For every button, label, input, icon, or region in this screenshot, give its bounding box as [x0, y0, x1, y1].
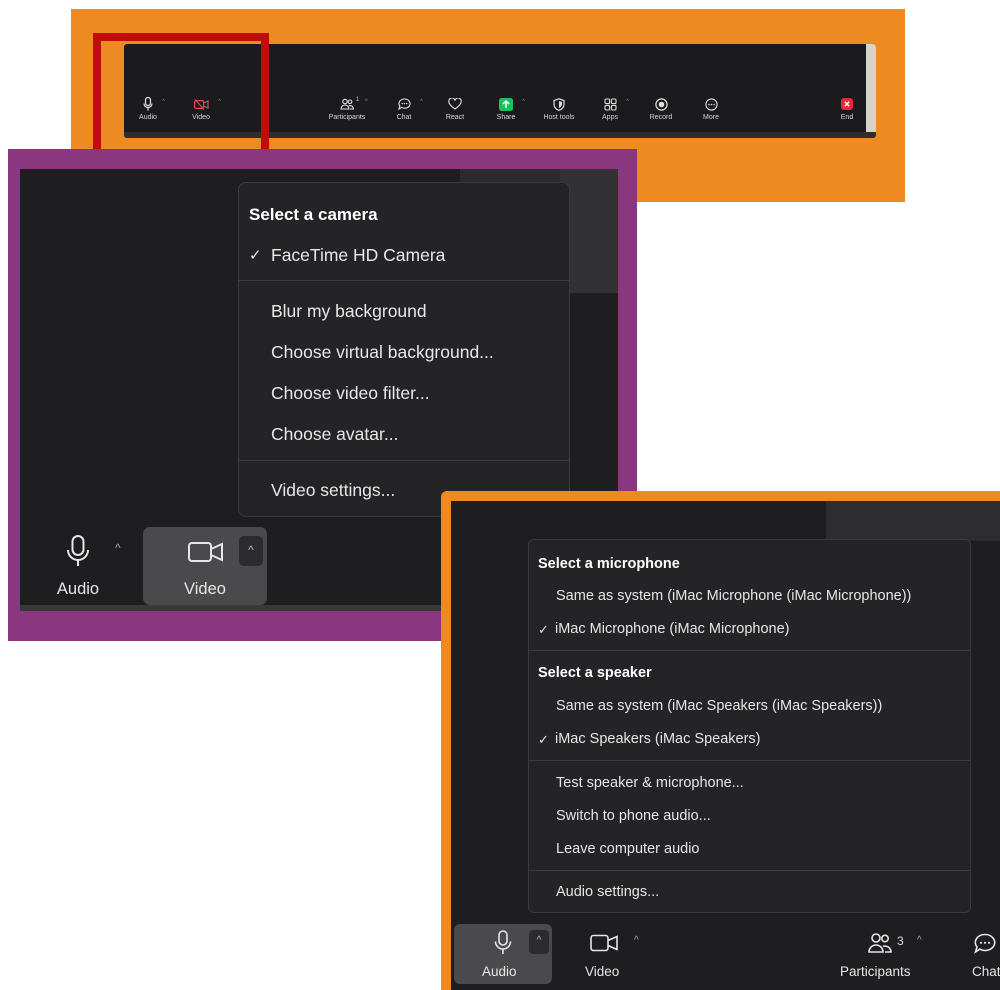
divider: [529, 760, 970, 761]
chat-bubble-icon: [974, 933, 996, 954]
people-icon: [868, 933, 892, 953]
audio-menu-screenshot-frame: Select a microphone Same as system (iMac…: [441, 491, 1000, 990]
menu-item-imac-speakers[interactable]: iMac Speakers (iMac Speakers): [555, 731, 761, 747]
window-edge: [866, 44, 876, 138]
video-camera-icon: [590, 934, 618, 952]
highlight-box: [93, 33, 269, 159]
people-icon: [340, 98, 354, 110]
menu-item-facetime-camera[interactable]: FaceTime HD Camera: [271, 245, 445, 266]
chevron-up-icon[interactable]: ^: [420, 99, 423, 105]
heart-icon: [448, 98, 462, 110]
audio-label: Audio: [482, 964, 517, 979]
host-tools-label: Host tools: [543, 114, 575, 121]
speaker-menu-header: Select a speaker: [538, 665, 652, 681]
end-x-icon: [841, 98, 853, 110]
menu-item-virtual-background[interactable]: Choose virtual background...: [271, 342, 494, 363]
share-arrow-icon: [499, 97, 513, 111]
menu-item-switch-phone-audio[interactable]: Switch to phone audio...: [556, 808, 711, 824]
apps-icon: [603, 97, 617, 111]
menu-item-video-settings[interactable]: Video settings...: [271, 480, 395, 501]
chevron-up-icon[interactable]: ^: [634, 935, 639, 946]
microphone-icon: [494, 930, 512, 954]
react-label: React: [445, 114, 465, 121]
chevron-up-icon[interactable]: ^: [626, 99, 629, 105]
video-tile: [826, 501, 1000, 541]
apps-label: Apps: [602, 114, 618, 121]
meeting-toolbar: ^ Audio Video ^ 3 Participants ^ Chat: [451, 924, 1000, 990]
chat-label: Chat: [396, 114, 412, 121]
chevron-up-icon[interactable]: ^: [529, 930, 549, 954]
participants-label: Participants: [328, 114, 366, 121]
video-label: Video: [184, 580, 226, 598]
audio-menu: Select a microphone Same as system (iMac…: [528, 539, 971, 913]
menu-item-test-speaker-mic[interactable]: Test speaker & microphone...: [556, 775, 744, 791]
record-icon: [654, 97, 668, 111]
divider: [239, 280, 569, 281]
microphone-menu-header: Select a microphone: [538, 556, 680, 572]
menu-item-avatar[interactable]: Choose avatar...: [271, 424, 398, 445]
chat-button[interactable]: ^ Chat: [380, 96, 428, 121]
checkmark-icon: ✓: [538, 732, 549, 747]
audio-label: Audio: [56, 580, 100, 598]
participants-count: 3: [897, 934, 904, 948]
share-label: Share: [496, 114, 516, 121]
shield-icon: [553, 97, 565, 111]
camera-menu-header: Select a camera: [249, 205, 378, 224]
divider: [529, 870, 970, 871]
menu-item-video-filter[interactable]: Choose video filter...: [271, 383, 430, 404]
chat-bubble-icon: [397, 98, 411, 110]
chevron-up-icon[interactable]: ^: [522, 99, 525, 105]
chevron-up-icon[interactable]: ^: [365, 99, 368, 105]
share-button[interactable]: ^ Share: [482, 96, 530, 121]
participants-label: Participants: [840, 964, 911, 979]
video-button[interactable]: ^ Video: [143, 527, 267, 605]
divider: [529, 650, 970, 651]
menu-item-blur-background[interactable]: Blur my background: [271, 301, 427, 322]
record-label: Record: [649, 114, 673, 121]
audio-button[interactable]: Audio: [38, 527, 118, 605]
menu-item-leave-computer-audio[interactable]: Leave computer audio: [556, 841, 700, 857]
menu-item-speaker-same-as-system[interactable]: Same as system (iMac Speakers (iMac Spea…: [556, 698, 882, 714]
video-camera-icon: [188, 542, 223, 562]
menu-item-imac-microphone[interactable]: iMac Microphone (iMac Microphone): [555, 621, 790, 637]
more-dots-icon: [704, 97, 718, 111]
more-button[interactable]: More: [687, 96, 735, 121]
end-button[interactable]: End: [823, 96, 871, 121]
divider: [239, 460, 569, 461]
checkmark-icon: ✓: [249, 247, 262, 264]
chevron-up-icon[interactable]: ^: [239, 536, 263, 566]
microphone-icon: [67, 535, 89, 566]
checkmark-icon: ✓: [538, 622, 549, 637]
menu-item-audio-settings[interactable]: Audio settings...: [556, 884, 659, 900]
menu-item-mic-same-as-system[interactable]: Same as system (iMac Microphone (iMac Mi…: [556, 588, 911, 604]
video-label: Video: [585, 964, 620, 979]
camera-menu: Select a camera ✓ FaceTime HD Camera Blu…: [238, 182, 570, 517]
audio-button[interactable]: ^ Audio: [454, 924, 552, 984]
host-tools-button[interactable]: Host tools: [533, 96, 585, 121]
chevron-up-icon[interactable]: ^: [917, 935, 922, 946]
more-label: More: [703, 114, 719, 121]
chevron-up-icon[interactable]: ^: [115, 541, 121, 555]
participants-button[interactable]: 1 ^ Participants: [320, 96, 374, 121]
end-label: End: [840, 114, 854, 121]
meeting-window: Select a microphone Same as system (iMac…: [451, 501, 1000, 990]
chat-label: Chat: [972, 964, 1000, 979]
apps-button[interactable]: ^ Apps: [586, 96, 634, 121]
participants-count: 1: [356, 97, 360, 103]
react-button[interactable]: React: [431, 96, 479, 121]
record-button[interactable]: Record: [637, 96, 685, 121]
